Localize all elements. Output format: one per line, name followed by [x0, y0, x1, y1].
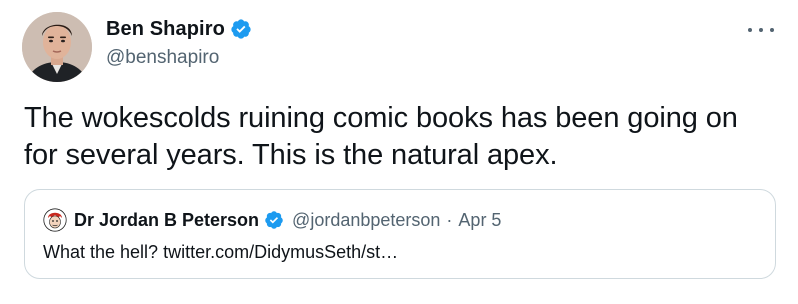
quoted-author-handle[interactable]: @jordanbpeterson	[292, 210, 440, 231]
author-display-name[interactable]: Ben Shapiro	[106, 18, 225, 41]
more-options-icon[interactable]	[748, 20, 774, 40]
avatar-photo-icon	[22, 12, 92, 82]
tweet-text: The wokescolds ruining comic books has b…	[24, 102, 738, 171]
quoted-separator: ·	[446, 209, 453, 230]
quoted-tweet[interactable]: Dr Jordan B Peterson @jordanbpeterson · …	[24, 189, 776, 279]
author-info: Ben Shapiro @benshapiro	[106, 16, 252, 69]
quoted-tweet-header: Dr Jordan B Peterson @jordanbpeterson · …	[43, 207, 501, 233]
quoted-tweet-text: What the hell? twitter.com/DidymusSeth/s…	[43, 242, 399, 262]
quoted-author-avatar	[43, 208, 67, 232]
avatar-cartoon-icon	[43, 208, 67, 232]
quoted-author-display-name[interactable]: Dr Jordan B Peterson	[74, 210, 259, 231]
verified-badge-icon	[230, 18, 252, 40]
quoted-verified-badge-icon	[264, 210, 284, 230]
more-dot	[748, 28, 752, 32]
more-dot	[770, 28, 774, 32]
author-name-row: Ben Shapiro	[106, 16, 252, 42]
tweet-card[interactable]: Ben Shapiro @benshapiro The wokescolds r…	[0, 0, 798, 304]
author-handle[interactable]: @benshapiro	[106, 47, 252, 69]
more-dot	[759, 28, 763, 32]
author-avatar[interactable]	[22, 12, 92, 82]
quoted-tweet-date[interactable]: Apr 5	[458, 210, 501, 231]
